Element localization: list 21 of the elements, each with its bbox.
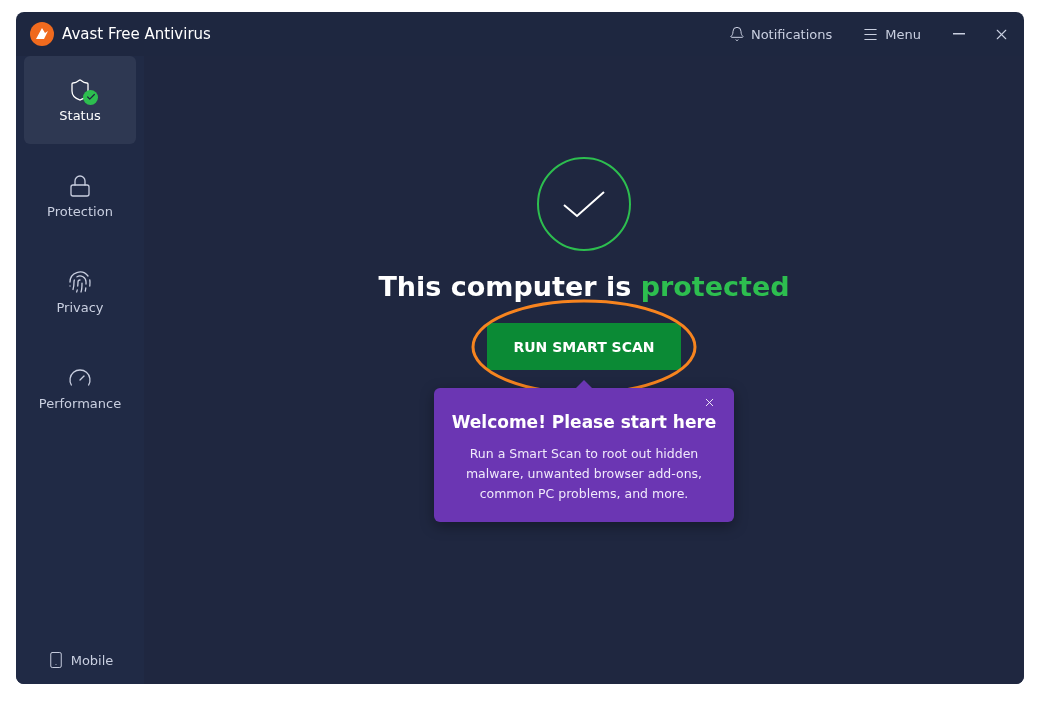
- sidebar-item[interactable]: Status: [24, 56, 136, 144]
- status-heading: This computer is protected: [378, 270, 790, 304]
- tooltip-title: Welcome! Please start here: [451, 412, 717, 432]
- sidebar-item[interactable]: Performance: [24, 344, 136, 432]
- mobile-button[interactable]: Mobile: [24, 650, 136, 670]
- sidebar-item[interactable]: Protection: [24, 152, 136, 240]
- scan-button[interactable]: RUN SMART SCAN: [487, 323, 681, 370]
- check-badge-icon: [83, 89, 98, 105]
- minimize-icon: [953, 33, 965, 35]
- close-icon[interactable]: [703, 396, 716, 409]
- sidebar-item[interactable]: Privacy: [24, 248, 136, 336]
- shield-icon: [68, 77, 92, 102]
- notifications-button[interactable]: Notifications: [722, 22, 839, 46]
- check-icon: [537, 157, 631, 251]
- bell-icon: [728, 26, 745, 42]
- tooltip-body: Run a Smart Scan to root out hidden malware, unwanted browser add-ons, common PC problems, and more.: [464, 445, 704, 503]
- fingerprint-icon: [68, 269, 92, 294]
- menu-button[interactable]: Menu: [856, 21, 927, 47]
- lock-icon: [68, 173, 92, 198]
- logo-icon: [30, 22, 54, 46]
- window-title: Avast Free Antivirus: [62, 25, 211, 43]
